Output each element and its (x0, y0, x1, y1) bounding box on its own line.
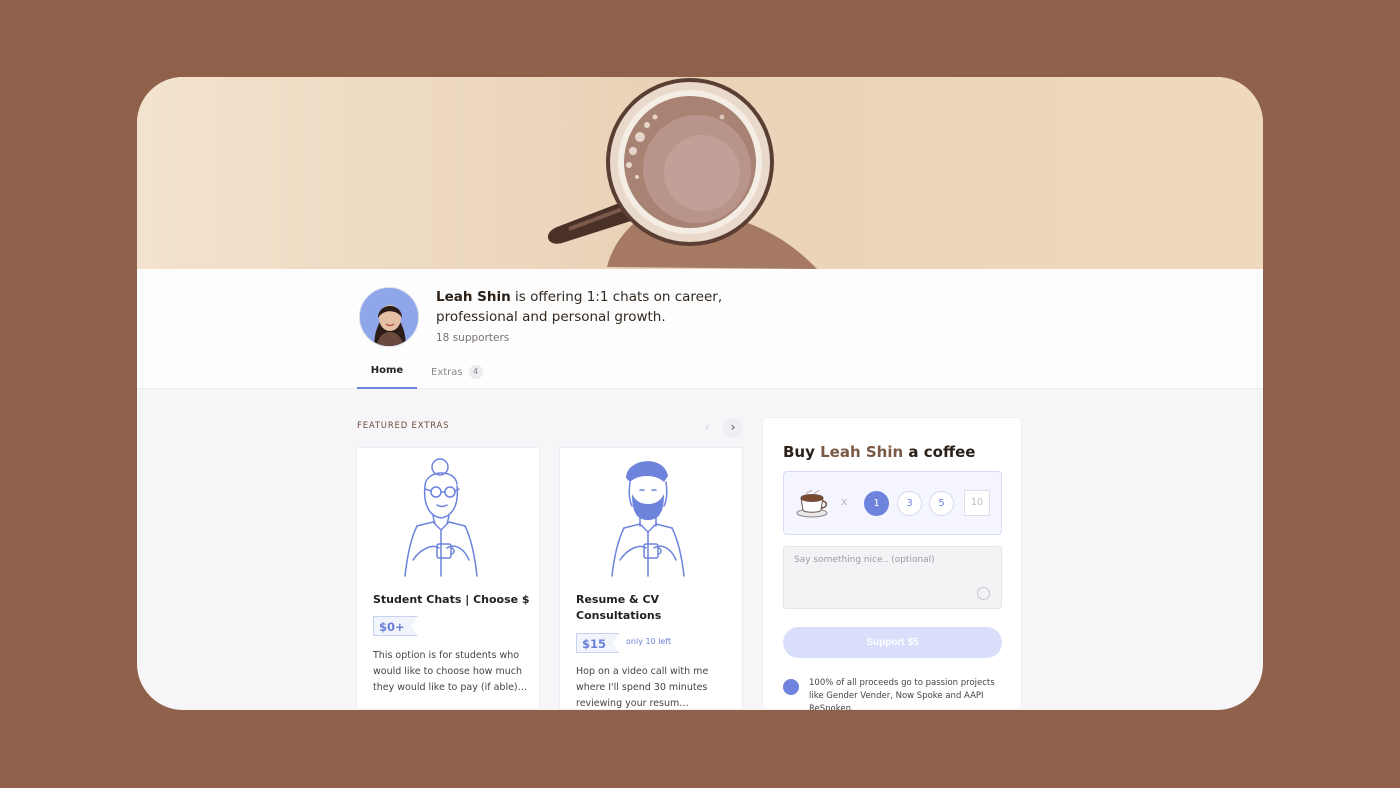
heart-badge-icon (783, 679, 799, 695)
bearded-man-illustration (611, 461, 685, 577)
quantity-selector: x 1 3 5 10 (783, 471, 1002, 535)
proceeds-note: 100% of all proceeds go to passion proje… (809, 678, 995, 710)
grandma-illustration (404, 458, 478, 577)
coffee-cup-icon (796, 488, 830, 518)
avatar[interactable] (359, 287, 419, 347)
extra-description: Hop on a video call with me where I'll s… (576, 666, 709, 709)
cover-image (137, 77, 1263, 269)
extra-description: This option is for students who would li… (373, 650, 528, 693)
extras-count-badge: 4 (468, 365, 483, 379)
chevron-left-icon[interactable]: ‹ (697, 418, 717, 438)
support-button[interactable]: Support $5 (783, 627, 1002, 658)
creator-name[interactable]: Leah Shin (436, 289, 511, 305)
supporters-count[interactable]: 18 supporters (436, 332, 509, 344)
price-tag: $15 (576, 633, 620, 653)
quantity-option-3[interactable]: 3 (897, 491, 922, 516)
featured-extras-heading: FEATURED EXTRAS (357, 421, 450, 431)
chevron-right-icon[interactable]: › (723, 418, 743, 438)
message-input[interactable] (783, 546, 1002, 609)
buy-title-suffix: a coffee (903, 443, 976, 461)
stock-note: only 10 left (626, 637, 672, 646)
buy-title-prefix: Buy (783, 443, 821, 461)
extra-card-student-chats[interactable]: Student Chats | Choose $ $0+ This option… (356, 447, 540, 710)
custom-quantity-input[interactable]: 10 (964, 490, 990, 516)
profile-headline: Leah Shin is offering 1:1 chats on caree… (436, 287, 736, 327)
extra-title: Resume & CV Consultations (576, 593, 662, 622)
multiply-sign: x (841, 495, 848, 508)
price-tag: $0+ (373, 616, 418, 636)
extra-title: Student Chats | Choose $ (373, 593, 530, 606)
tab-extras-label: Extras (431, 367, 463, 378)
page-frame: Leah Shin is offering 1:1 chats on caree… (137, 77, 1263, 710)
quantity-option-5[interactable]: 5 (929, 491, 954, 516)
tab-home-label: Home (370, 365, 404, 376)
buy-title-name: Leah Shin (820, 443, 904, 461)
buy-coffee-title: Buy Leah Shin a coffee (783, 443, 975, 461)
emoji-icon[interactable] (977, 587, 990, 600)
tab-home[interactable]: Home (357, 365, 417, 389)
tab-extras[interactable]: Extras 4 (431, 365, 483, 389)
quantity-option-1[interactable]: 1 (864, 491, 889, 516)
profile-header: Leah Shin is offering 1:1 chats on caree… (137, 269, 1263, 389)
buy-coffee-panel: Buy Leah Shin a coffee x 1 3 5 10 Suppor… (762, 417, 1022, 710)
extra-card-resume-consultation[interactable]: Resume & CV Consultations $15 only 10 le… (559, 447, 743, 710)
